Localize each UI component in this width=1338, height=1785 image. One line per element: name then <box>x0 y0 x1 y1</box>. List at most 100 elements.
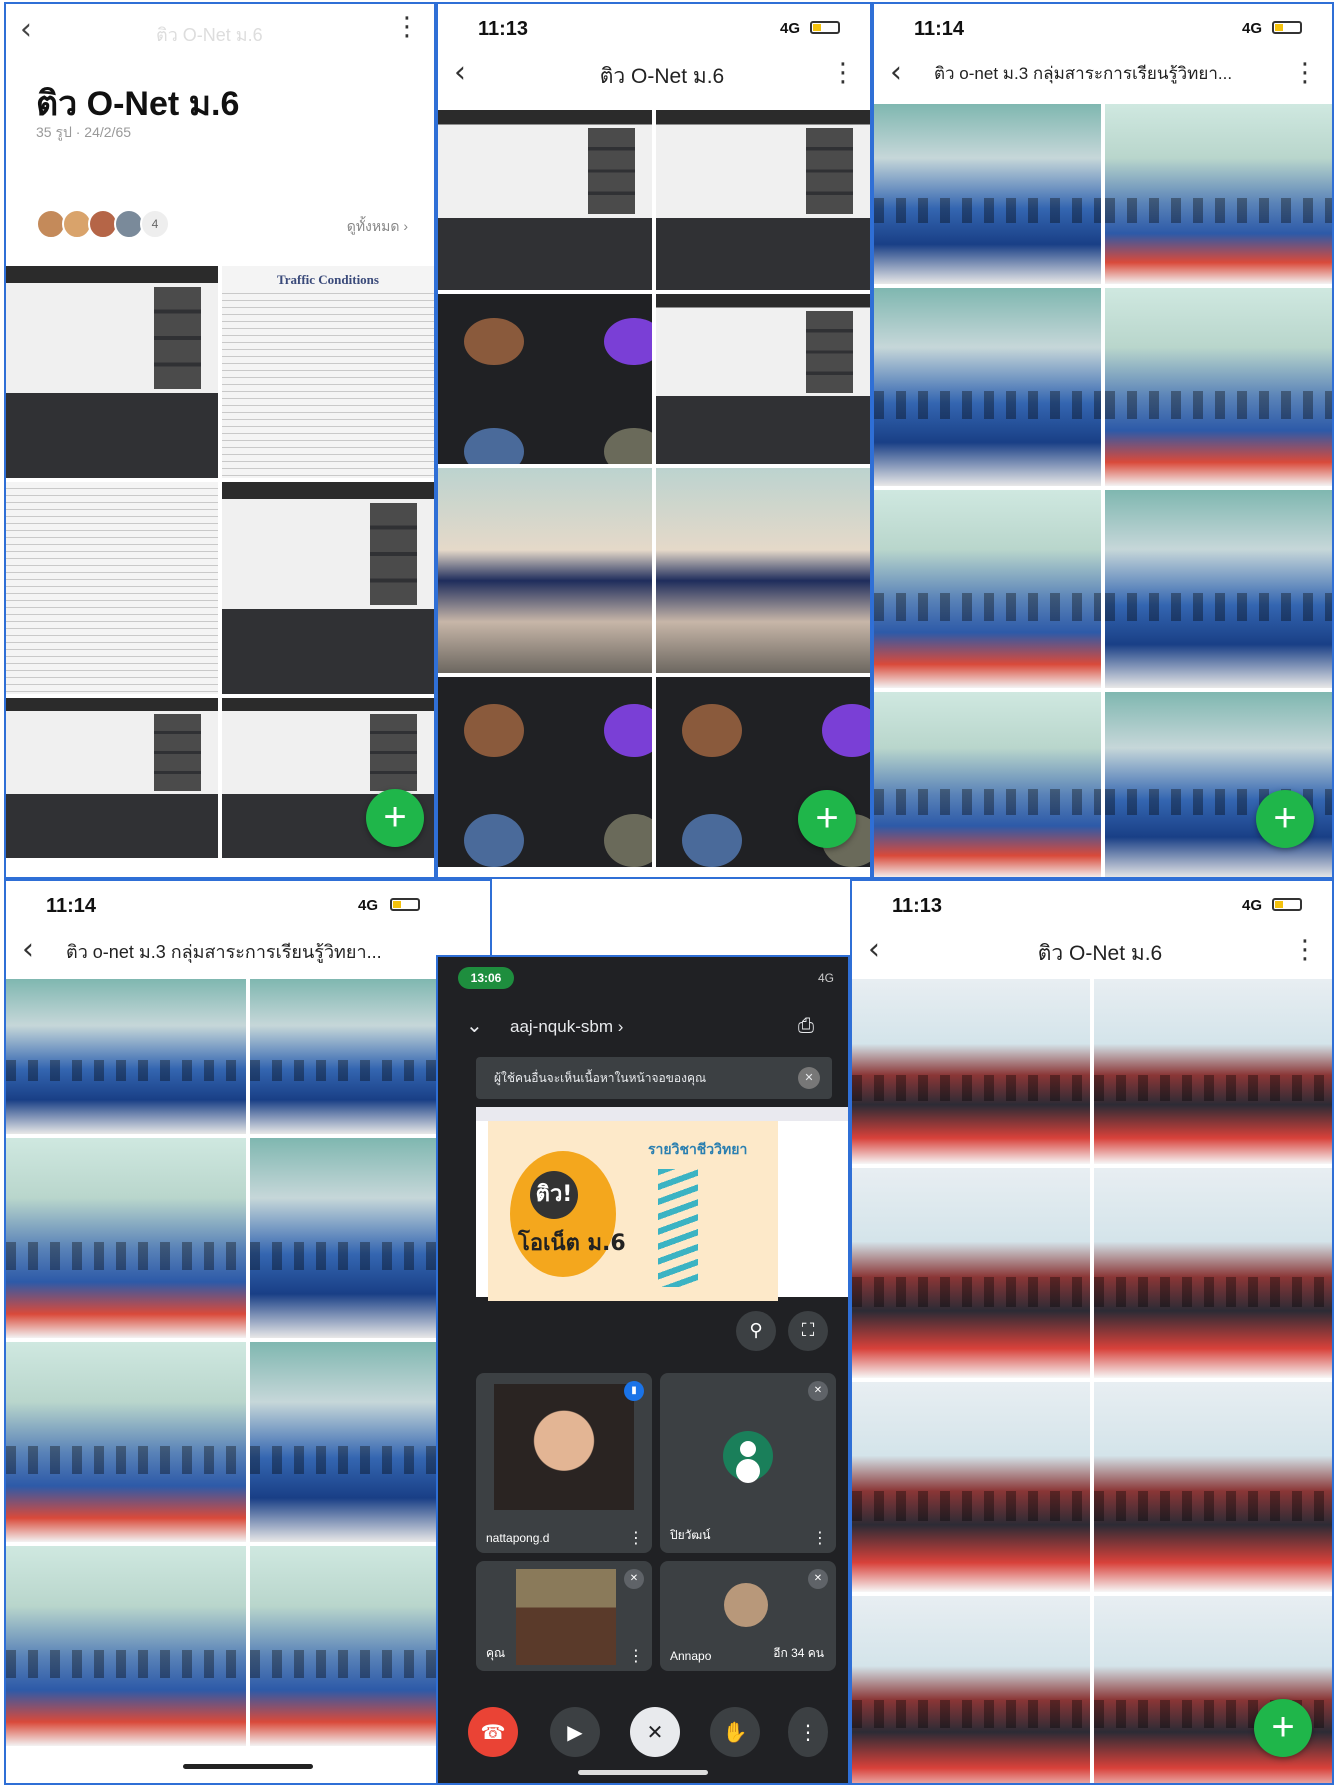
more-options-button[interactable]: ⋮ <box>788 1707 828 1757</box>
photo-thumbnail[interactable] <box>438 677 652 867</box>
photo-thumbnail[interactable] <box>438 110 652 290</box>
dna-illustration <box>658 1169 698 1287</box>
nav-bar: ‹ ติว O-Net ม.6 ⋮ <box>438 52 870 96</box>
back-arrow-icon[interactable]: ‹ <box>868 933 880 967</box>
battery-icon <box>1272 21 1302 34</box>
more-options-icon[interactable]: ⋮ <box>830 58 856 88</box>
add-photo-button[interactable]: + <box>1256 790 1314 848</box>
photo-thumbnail[interactable] <box>874 692 1101 877</box>
nav-bar: ‹ ติว o-net ม.3 กลุ่มสาระการเรียนรู้วิทย… <box>874 52 1332 96</box>
album-title: ติว o-net ม.3 กลุ่มสาระการเรียนรู้วิทยา.… <box>66 942 382 962</box>
shared-avatars[interactable]: 4 <box>36 209 170 239</box>
participant-tile[interactable]: ✕ คุณ ⋮ <box>476 1561 652 1671</box>
back-arrow-icon[interactable]: ‹ <box>20 12 32 47</box>
photo-thumbnail[interactable] <box>6 266 218 478</box>
photo-thumbnail[interactable] <box>1105 288 1332 486</box>
mic-off-icon: ✕ <box>808 1569 828 1589</box>
participant-tile[interactable]: ✕ Annapo อีก 34 คน <box>660 1561 836 1671</box>
screenshot-collage: ‹ ติว O-Net ม.6 ⋮ ติว O-Net ม.6 35 รูป ·… <box>0 0 1338 1785</box>
video-call-screen: 13:06 4G ⌄ aaj-nquk-sbm › ⎙ ผู้ใช้คนอื่น… <box>436 955 850 1785</box>
photo-thumbnail[interactable] <box>852 1596 1090 1783</box>
participant-name: Annapo <box>670 1649 712 1663</box>
photo-thumbnail[interactable] <box>874 104 1101 284</box>
photo-thumbnail[interactable] <box>874 490 1101 688</box>
back-arrow-icon[interactable]: ‹ <box>890 56 902 90</box>
photo-thumbnail[interactable] <box>852 1382 1090 1592</box>
meeting-code[interactable]: aaj-nquk-sbm › <box>510 1017 623 1037</box>
more-options-icon[interactable]: ⋮ <box>1292 935 1318 965</box>
close-icon[interactable]: ✕ <box>798 1067 820 1089</box>
camera-toggle-button[interactable]: ▶ <box>550 1707 600 1757</box>
album-title: ติว O-Net ม.6 <box>1037 942 1163 965</box>
more-options-icon[interactable]: ⋮ <box>628 1646 644 1665</box>
hang-up-button[interactable]: ☎ <box>468 1707 518 1757</box>
status-bar: 11:14 4G <box>6 881 490 923</box>
photo-thumbnail[interactable] <box>6 1342 246 1542</box>
participant-name: คุณ <box>486 1646 506 1660</box>
battery-icon <box>390 898 420 911</box>
album-overview-screen: ‹ ติว O-Net ม.6 ⋮ ติว O-Net ม.6 35 รูป ·… <box>4 2 436 879</box>
signal-indicator: 4G <box>817 971 834 985</box>
photo-thumbnail[interactable] <box>1094 1382 1332 1592</box>
photo-grid <box>874 104 1332 877</box>
photo-thumbnail[interactable] <box>222 482 434 694</box>
call-controls: ☎ ▶ ✕ ✋ ⋮ <box>438 1673 848 1783</box>
photo-thumbnail[interactable] <box>6 1138 246 1338</box>
photo-thumbnail[interactable] <box>656 468 870 673</box>
more-participants-count[interactable]: อีก 34 คน <box>773 1644 824 1663</box>
photo-thumbnail[interactable] <box>1094 1596 1332 1783</box>
tutoring-poster: ติว! โอเน็ต ม.6 รายวิชาชีววิทยา <box>488 1121 778 1301</box>
photo-thumbnail[interactable] <box>6 979 246 1134</box>
photo-thumbnail[interactable] <box>1105 104 1332 284</box>
back-arrow-icon[interactable]: ‹ <box>454 56 466 90</box>
share-controls: ⚲ ⛶ <box>476 1307 832 1355</box>
photo-grid <box>852 979 1332 1783</box>
signal-indicator: 4G <box>779 20 800 37</box>
raise-hand-button[interactable]: ✋ <box>710 1707 760 1757</box>
more-options-icon[interactable]: ⋮ <box>394 12 420 42</box>
see-all-link[interactable]: ดูทั้งหมด › <box>347 216 408 238</box>
photo-thumbnail[interactable]: Traffic Conditions <box>222 266 434 478</box>
add-photo-button[interactable]: + <box>366 789 424 847</box>
home-indicator <box>183 1764 313 1769</box>
photo-thumbnail[interactable] <box>6 482 218 694</box>
more-options-icon[interactable]: ⋮ <box>628 1528 644 1547</box>
album-screen-onet-m3-scrolled: 11:14 4G ‹ ติว o-net ม.3 กลุ่มสาระการเรี… <box>4 879 492 1785</box>
chevron-down-icon[interactable]: ⌄ <box>466 1013 483 1037</box>
presenting-banner: ผู้ใช้คนอื่นจะเห็นเนื้อหาในหน้าจอของคุณ … <box>476 1057 832 1099</box>
participant-tile[interactable]: ✕ ปิยวัฒน์ ⋮ <box>660 1373 836 1553</box>
photo-thumbnail[interactable] <box>438 468 652 673</box>
photo-thumbnail[interactable] <box>1105 692 1332 877</box>
photo-thumbnail[interactable] <box>874 288 1101 486</box>
switch-camera-icon[interactable]: ⎙ <box>798 1013 814 1037</box>
back-arrow-icon[interactable]: ‹ <box>22 933 34 967</box>
status-time: 11:14 <box>914 18 965 40</box>
mic-off-icon: ✕ <box>624 1569 644 1589</box>
add-photo-button[interactable]: + <box>798 790 856 848</box>
pin-icon[interactable]: ⚲ <box>736 1311 776 1351</box>
photo-thumbnail[interactable] <box>1094 979 1332 1164</box>
add-photo-button[interactable]: + <box>1254 1699 1312 1757</box>
album-title: ติว O-Net ม.6 <box>599 65 725 88</box>
signal-indicator: 4G <box>1241 897 1262 914</box>
photo-thumbnail[interactable] <box>1094 1168 1332 1378</box>
photo-thumbnail[interactable] <box>6 698 218 858</box>
photo-thumbnail[interactable] <box>438 294 652 464</box>
more-options-icon[interactable]: ⋮ <box>812 1528 828 1547</box>
photo-thumbnail[interactable] <box>1105 490 1332 688</box>
photo-thumbnail[interactable] <box>852 1168 1090 1378</box>
battery-icon <box>1272 898 1302 911</box>
photo-thumbnail[interactable] <box>656 110 870 290</box>
nav-bar: ‹ ติว o-net ม.3 กลุ่มสาระการเรียนรู้วิทย… <box>6 929 490 973</box>
photo-thumbnail[interactable] <box>6 1546 246 1746</box>
participant-name: nattapong.d <box>486 1531 550 1545</box>
participant-tile[interactable]: ▮ nattapong.d ⋮ <box>476 1373 652 1553</box>
photo-thumbnail[interactable] <box>656 294 870 464</box>
mic-toggle-button[interactable]: ✕ <box>630 1707 680 1757</box>
album-screen-onet-m3: 11:14 4G ‹ ติว o-net ม.3 กลุ่มสาระการเรี… <box>872 2 1334 879</box>
photo-thumbnail[interactable] <box>852 979 1090 1164</box>
fullscreen-icon[interactable]: ⛶ <box>788 1311 828 1351</box>
nav-bar: ‹ ติว O-Net ม.6 ⋮ <box>852 929 1332 973</box>
status-bar: 11:13 4G <box>438 4 870 46</box>
more-options-icon[interactable]: ⋮ <box>1292 58 1318 88</box>
